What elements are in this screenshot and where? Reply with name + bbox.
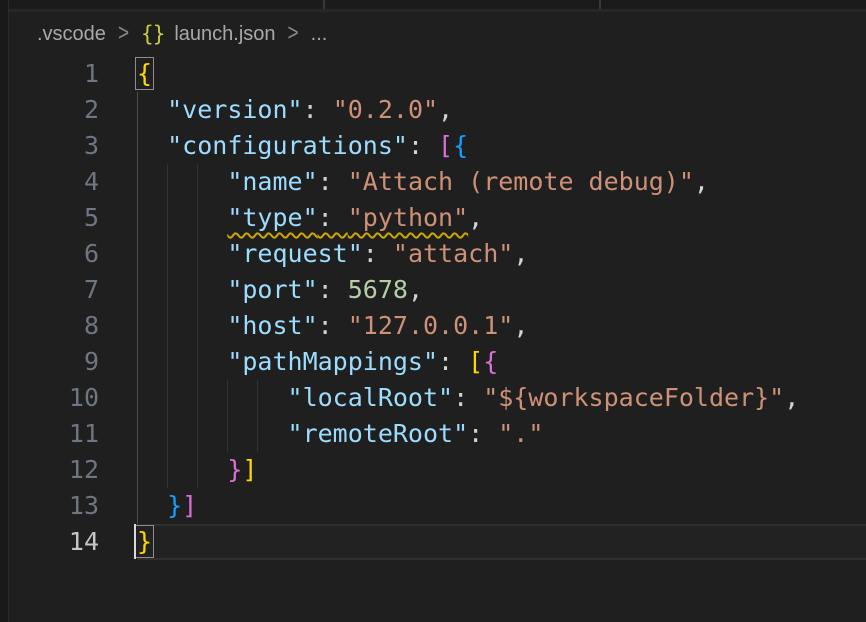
code-line[interactable]: 14} <box>9 524 866 560</box>
json-file-icon: {} <box>141 22 164 46</box>
code-line[interactable]: 12 }] <box>9 452 866 488</box>
warning-squiggle-text: "type" <box>227 203 317 232</box>
line-number[interactable]: 3 <box>9 128 137 164</box>
breadcrumb-folder[interactable]: .vscode <box>37 23 106 46</box>
warning-squiggle-text: "python" <box>348 203 468 232</box>
sidebar-edge <box>0 0 9 622</box>
line-number[interactable]: 4 <box>9 164 137 200</box>
line-number[interactable]: 5 <box>9 200 137 236</box>
code-text: "remoteRoot": "." <box>137 416 866 452</box>
breadcrumb-symbol-ellipsis[interactable]: ... <box>311 23 328 46</box>
code-text: { <box>137 56 866 92</box>
code-text: "request": "attach", <box>137 236 866 272</box>
code-editor[interactable]: 1{2 "version": "0.2.0",3 "configurations… <box>9 56 866 622</box>
code-text: "name": "Attach (remote debug)", <box>137 164 866 200</box>
warning-squiggle-text: : <box>318 203 348 232</box>
code-text: "version": "0.2.0", <box>137 92 866 128</box>
line-number[interactable]: 11 <box>9 416 137 452</box>
code-text: "pathMappings": [{ <box>137 344 866 380</box>
code-text: } <box>137 524 866 560</box>
vscode-editor-window: .vscode > {} launch.json > ... 1{2 "vers… <box>0 0 866 622</box>
tab-bar[interactable] <box>9 0 866 9</box>
line-number[interactable]: 14 <box>9 524 137 560</box>
tab-separator <box>599 0 601 9</box>
chevron-right-icon: > <box>286 20 301 48</box>
tab-separator <box>323 0 325 9</box>
code-line[interactable]: 9 "pathMappings": [{ <box>9 344 866 380</box>
code-line[interactable]: 6 "request": "attach", <box>9 236 866 272</box>
line-number[interactable]: 8 <box>9 308 137 344</box>
code-line[interactable]: 11 "remoteRoot": "." <box>9 416 866 452</box>
code-line[interactable]: 3 "configurations": [{ <box>9 128 866 164</box>
code-line[interactable]: 1{ <box>9 56 866 92</box>
code-line[interactable]: 5 "type": "python", <box>9 200 866 236</box>
code-line[interactable]: 2 "version": "0.2.0", <box>9 92 866 128</box>
bracket-match: { <box>137 59 152 88</box>
line-number[interactable]: 2 <box>9 92 137 128</box>
line-number[interactable]: 9 <box>9 344 137 380</box>
line-number[interactable]: 1 <box>9 56 137 92</box>
line-number[interactable]: 12 <box>9 452 137 488</box>
code-text: "configurations": [{ <box>137 128 866 164</box>
code-line[interactable]: 10 "localRoot": "${workspaceFolder}", <box>9 380 866 416</box>
breadcrumb: .vscode > {} launch.json > ... <box>9 12 866 56</box>
code-text: }] <box>137 452 866 488</box>
line-number[interactable]: 7 <box>9 272 137 308</box>
line-number[interactable]: 6 <box>9 236 137 272</box>
code-text: }] <box>137 488 866 524</box>
line-number[interactable]: 10 <box>9 380 137 416</box>
code-text: "localRoot": "${workspaceFolder}", <box>137 380 866 416</box>
code-line[interactable]: 8 "host": "127.0.0.1", <box>9 308 866 344</box>
code-line[interactable]: 4 "name": "Attach (remote debug)", <box>9 164 866 200</box>
code-text: "host": "127.0.0.1", <box>137 308 866 344</box>
chevron-right-icon: > <box>116 20 131 48</box>
breadcrumb-file[interactable]: launch.json <box>174 23 275 46</box>
code-text: "port": 5678, <box>137 272 866 308</box>
code-line[interactable]: 7 "port": 5678, <box>9 272 866 308</box>
code-text: "type": "python", <box>137 200 866 236</box>
code-line[interactable]: 13 }] <box>9 488 866 524</box>
bracket-match: } <box>137 527 152 556</box>
line-number[interactable]: 13 <box>9 488 137 524</box>
